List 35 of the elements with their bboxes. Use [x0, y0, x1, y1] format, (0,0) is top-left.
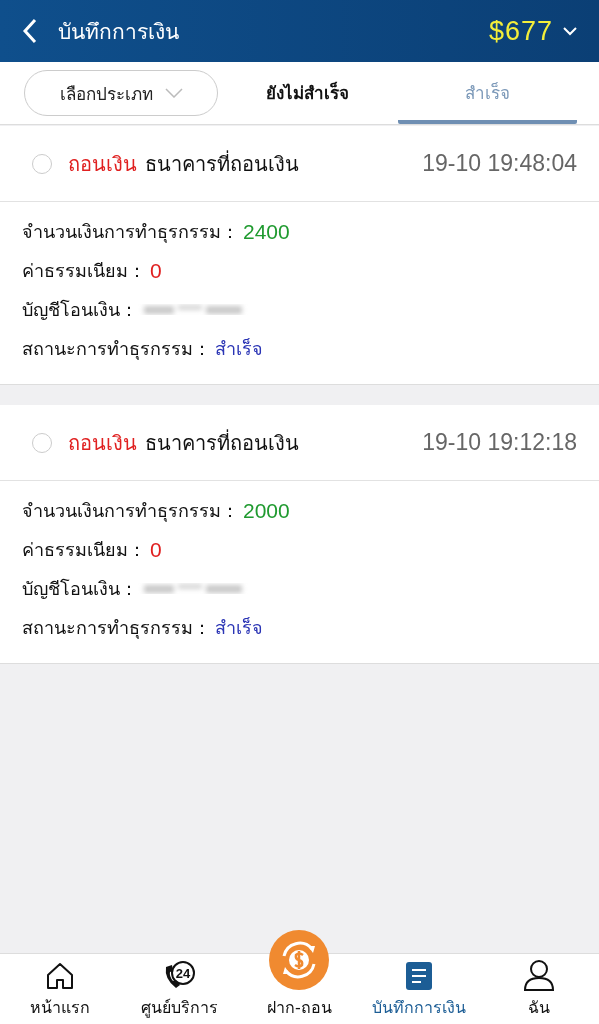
- field-label: ค่าธรรมเนียม：: [22, 538, 146, 562]
- field-value: สำเร็จ: [215, 337, 263, 361]
- type-filter-dropdown[interactable]: เลือกประเภท: [24, 70, 218, 116]
- balance-amount[interactable]: $677: [488, 15, 553, 47]
- field-label: บัญชีโอนเงิน：: [22, 577, 138, 601]
- chevron-down-icon: [164, 88, 183, 98]
- timestamp: 19-10 19:48:04: [422, 150, 577, 177]
- field-label: จำนวนเงินการทำธุรกรรม：: [22, 499, 239, 524]
- back-icon[interactable]: [22, 18, 38, 44]
- page-title: บันทึกการเงิน: [58, 18, 180, 46]
- field-label: สถานะการทำธุรกรรม：: [22, 337, 211, 362]
- chevron-down-icon[interactable]: [563, 26, 577, 36]
- bank-name: ธนาคารที่ถอนเงิน: [145, 428, 300, 457]
- transaction-type: ถอนเงิน: [68, 429, 137, 457]
- document-icon: [405, 961, 434, 991]
- nav-item[interactable]: บันทึกการเงิน: [359, 954, 480, 1024]
- tab[interactable]: ยังไม่สำเร็จ: [218, 62, 398, 124]
- field-value: 0: [150, 537, 162, 562]
- field-value: 2400: [243, 219, 290, 244]
- field-value: 0: [150, 258, 162, 283]
- nav-item[interactable]: หน้าแรก: [0, 954, 120, 1024]
- timestamp: 19-10 19:12:18: [422, 429, 577, 456]
- field-value: 2000: [243, 498, 290, 523]
- field-label: สถานะการทำธุรกรรม：: [22, 616, 211, 641]
- user-icon: [523, 959, 556, 991]
- transaction-type: ถอนเงิน: [68, 150, 137, 178]
- field-value: สำเร็จ: [215, 616, 263, 640]
- field-label: ค่าธรรมเนียม：: [22, 259, 146, 283]
- nav-item[interactable]: ฝาก-ถอน: [239, 928, 360, 1024]
- bank-name: ธนาคารที่ถอนเงิน: [145, 149, 300, 178]
- field-label: บัญชีโอนเงิน：: [22, 298, 138, 322]
- nav-item[interactable]: 24 ศูนย์บริการ: [119, 954, 240, 1024]
- nav-item[interactable]: ฉัน: [479, 954, 599, 1024]
- home-icon: [44, 961, 75, 991]
- field-label: จำนวนเงินการทำธุรกรรม：: [22, 220, 239, 245]
